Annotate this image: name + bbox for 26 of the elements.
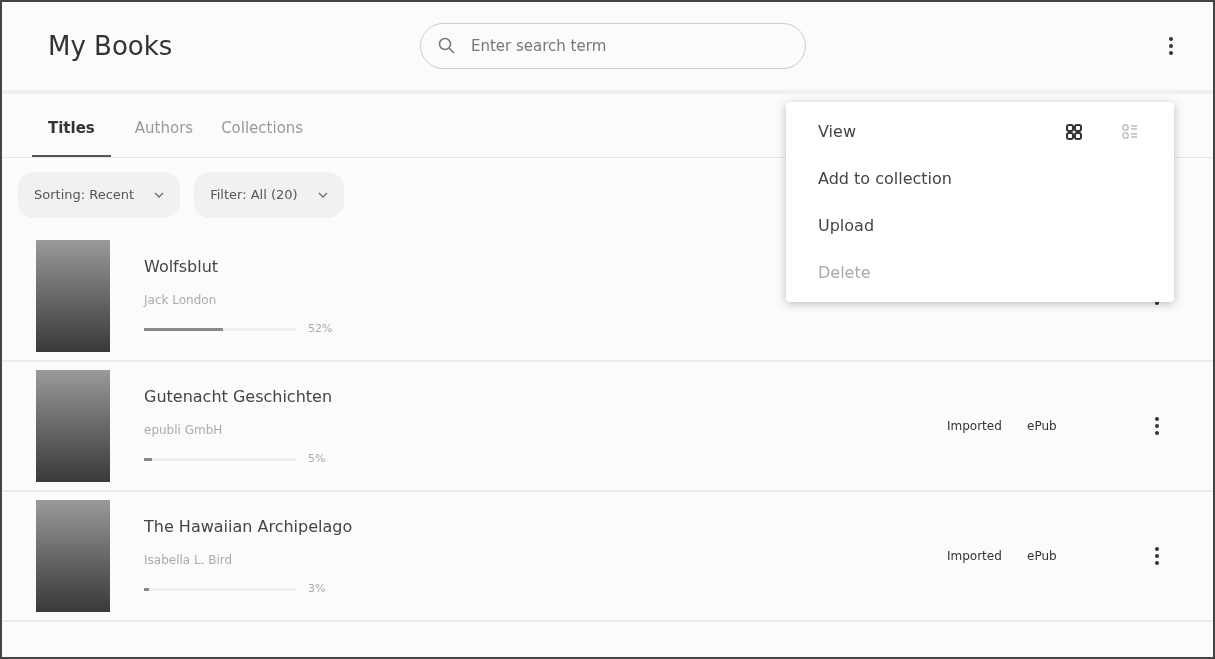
book-status: Imported (947, 548, 1003, 565)
progress-percent: 52% (308, 320, 333, 337)
book-title: Gutenacht Geschichten (144, 385, 334, 408)
book-row[interactable]: The Hawaiian Archipelago Isabella L. Bird 3% Imported ePub (2, 492, 1213, 622)
dropdown-button[interactable]: Sorting: Recent (18, 172, 181, 218)
book-author: epubli GmbH (144, 421, 224, 439)
progress-percent: 5% (308, 450, 326, 467)
book-row[interactable]: Gutenacht Geschichten epubli GmbH 5% Imported ePub (2, 362, 1213, 492)
book-title: The Hawaiian Archipelago (144, 515, 354, 538)
chevron-down-icon (154, 192, 165, 198)
menu-label: View (818, 120, 856, 143)
chevron-down-icon (317, 192, 328, 198)
book-author: Isabella L. Bird (144, 551, 234, 569)
book-format: ePub (1027, 418, 1058, 435)
search-field[interactable]: Enter search term (420, 23, 806, 69)
grid-view-icon[interactable] (1066, 123, 1082, 140)
tab[interactable]: Titles (32, 116, 111, 157)
book-author: Jack London (144, 291, 218, 309)
page-title: My Books (48, 29, 174, 63)
book-title: Wolfsblut (144, 255, 220, 278)
search-icon (438, 37, 456, 55)
progress-percent: 3% (308, 580, 326, 597)
book-format: ePub (1027, 548, 1058, 565)
book-status: Imported (947, 418, 1003, 435)
dropdown-button[interactable]: Filter: All (20) (194, 172, 344, 218)
menu-item[interactable]: Add to collection (786, 155, 1174, 202)
